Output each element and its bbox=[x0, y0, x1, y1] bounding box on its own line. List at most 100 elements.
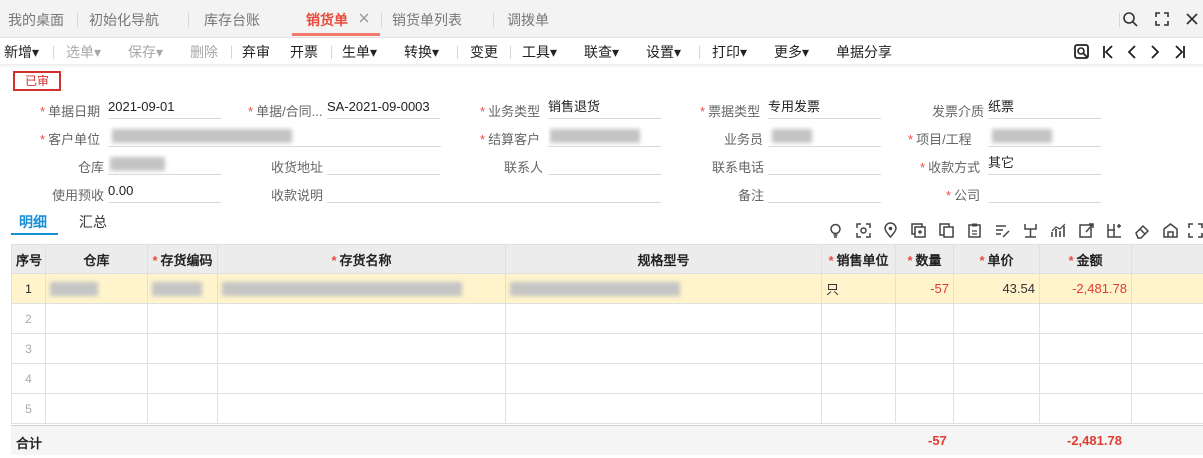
tab-init-nav[interactable]: 初始化导航 bbox=[89, 0, 159, 38]
settle-customer-field[interactable] bbox=[548, 126, 661, 147]
table-row[interactable]: 2 bbox=[11, 303, 1203, 334]
toolbar-divider bbox=[457, 46, 458, 59]
table-row[interactable]: 5 bbox=[11, 393, 1203, 424]
table-row[interactable]: 1 只 -57 43.54 -2,481.78 bbox=[11, 273, 1203, 304]
chart-icon[interactable] bbox=[1050, 222, 1067, 239]
select-order-button[interactable]: 选单▾ bbox=[66, 42, 101, 62]
cell-amount[interactable]: -2,481.78 bbox=[1039, 273, 1132, 304]
total-amount: -2,481.78 bbox=[1067, 433, 1122, 448]
customer-field[interactable] bbox=[108, 126, 441, 147]
collect-note-field[interactable] bbox=[327, 182, 661, 203]
contact-field[interactable] bbox=[548, 154, 661, 175]
tab-summary[interactable]: 汇总 bbox=[79, 212, 107, 232]
copy-icon[interactable] bbox=[938, 222, 955, 239]
invoice-media-field[interactable]: 纸票 bbox=[988, 98, 1101, 119]
project-field[interactable] bbox=[988, 126, 1101, 147]
next-record-icon[interactable] bbox=[1146, 43, 1164, 61]
paste-icon[interactable] bbox=[966, 222, 983, 239]
prev-record-icon[interactable] bbox=[1123, 43, 1141, 61]
tab-divider bbox=[493, 13, 494, 27]
batch-edit-icon[interactable] bbox=[994, 222, 1011, 239]
salesman-field[interactable] bbox=[768, 126, 881, 147]
column-settings-icon[interactable] bbox=[1106, 222, 1123, 239]
tab-detail[interactable]: 明细 bbox=[19, 212, 47, 232]
tab-divider bbox=[1119, 13, 1120, 27]
cell-price[interactable]: 43.54 bbox=[953, 273, 1040, 304]
col-price[interactable]: * 单价 bbox=[953, 244, 1040, 274]
cell-qty[interactable]: -57 bbox=[895, 273, 954, 304]
fullscreen-icon[interactable] bbox=[1153, 10, 1171, 28]
location-icon[interactable] bbox=[882, 222, 899, 239]
unapprove-button[interactable]: 弃审 bbox=[242, 42, 270, 62]
warehouse-field[interactable] bbox=[108, 154, 221, 175]
tab-my-desktop[interactable]: 我的桌面 bbox=[8, 0, 64, 38]
eraser-icon[interactable] bbox=[1134, 222, 1151, 239]
warehouse-label: 仓库 bbox=[78, 160, 105, 175]
tab-divider bbox=[188, 13, 189, 27]
cell-spec[interactable] bbox=[505, 273, 822, 304]
invoice-type-field[interactable]: 专用发票 bbox=[768, 98, 881, 119]
close-window-icon[interactable] bbox=[1183, 10, 1201, 28]
split-icon[interactable] bbox=[1022, 222, 1039, 239]
expand-icon[interactable] bbox=[1187, 222, 1203, 239]
company-field[interactable] bbox=[988, 182, 1101, 203]
tab-transfer-order[interactable]: 调拨单 bbox=[507, 0, 549, 38]
collect-method-field[interactable]: 其它 bbox=[988, 154, 1101, 175]
last-record-icon[interactable] bbox=[1171, 43, 1189, 61]
save-button[interactable]: 保存▾ bbox=[128, 42, 163, 62]
search-icon[interactable] bbox=[1121, 10, 1139, 28]
cell-unit[interactable]: 只 bbox=[821, 273, 896, 304]
customer-label: * 客户单位 bbox=[40, 132, 101, 147]
redacted-value bbox=[222, 282, 462, 297]
contract-field[interactable]: SA-2021-09-0003 bbox=[327, 98, 440, 119]
close-icon[interactable] bbox=[357, 11, 371, 25]
export-icon[interactable] bbox=[1078, 222, 1095, 239]
tab-stock-ledger[interactable]: 库存台账 bbox=[204, 0, 260, 38]
toolbar-divider bbox=[53, 46, 54, 59]
tab-sales-order-list[interactable]: 销货单列表 bbox=[392, 0, 462, 38]
redacted-value bbox=[152, 282, 202, 297]
cell-stock-code[interactable] bbox=[147, 273, 218, 304]
contract-label: * 单据/合同... bbox=[248, 104, 323, 119]
add-row-icon[interactable] bbox=[910, 222, 927, 239]
redacted-value bbox=[110, 156, 165, 171]
col-unit[interactable]: * 销售单位 bbox=[821, 244, 896, 274]
search-record-icon[interactable] bbox=[1073, 43, 1091, 61]
col-amount[interactable]: * 金额 bbox=[1039, 244, 1132, 274]
date-field[interactable]: 2021-09-01 bbox=[108, 98, 221, 119]
generate-button[interactable]: 生单▾ bbox=[342, 42, 377, 62]
change-button[interactable]: 变更 bbox=[470, 42, 498, 62]
address-field[interactable] bbox=[327, 154, 440, 175]
first-record-icon[interactable] bbox=[1099, 43, 1117, 61]
linked-query-button[interactable]: 联查▾ bbox=[584, 42, 619, 62]
bulb-icon[interactable] bbox=[827, 222, 844, 239]
col-stock-name[interactable]: * 存货名称 bbox=[217, 244, 506, 274]
col-warehouse[interactable]: 仓库 bbox=[45, 244, 148, 274]
table-row[interactable]: 3 bbox=[11, 333, 1203, 364]
col-qty[interactable]: * 数量 bbox=[895, 244, 954, 274]
tab-divider bbox=[381, 13, 382, 27]
convert-button[interactable]: 转换▾ bbox=[404, 42, 439, 62]
phone-field[interactable] bbox=[768, 154, 881, 175]
table-row[interactable]: 4 bbox=[11, 363, 1203, 394]
settings-button[interactable]: 设置▾ bbox=[646, 42, 681, 62]
invoice-button[interactable]: 开票 bbox=[290, 42, 318, 62]
col-stock-code[interactable]: * 存货编码 bbox=[147, 244, 218, 274]
warehouse-icon[interactable] bbox=[1162, 222, 1179, 239]
col-spec[interactable]: 规格型号 bbox=[505, 244, 822, 274]
total-qty: -57 bbox=[928, 433, 947, 448]
prepay-field[interactable]: 0.00 bbox=[108, 182, 221, 203]
col-seq[interactable]: 序号 bbox=[11, 244, 46, 274]
tools-button[interactable]: 工具▾ bbox=[522, 42, 557, 62]
cell-stock-name[interactable] bbox=[217, 273, 506, 304]
cell-warehouse[interactable] bbox=[45, 273, 148, 304]
remark-field[interactable] bbox=[768, 182, 881, 203]
share-button[interactable]: 单据分享 bbox=[836, 42, 892, 62]
collect-note-label: 收款说明 bbox=[271, 188, 324, 203]
print-button[interactable]: 打印▾ bbox=[712, 42, 747, 62]
biz-type-field[interactable]: 销售退货 bbox=[548, 98, 661, 119]
scan-icon[interactable] bbox=[855, 222, 872, 239]
delete-button[interactable]: 删除 bbox=[190, 42, 218, 62]
more-button[interactable]: 更多▾ bbox=[774, 42, 809, 62]
new-button[interactable]: 新增▾ bbox=[4, 42, 39, 62]
